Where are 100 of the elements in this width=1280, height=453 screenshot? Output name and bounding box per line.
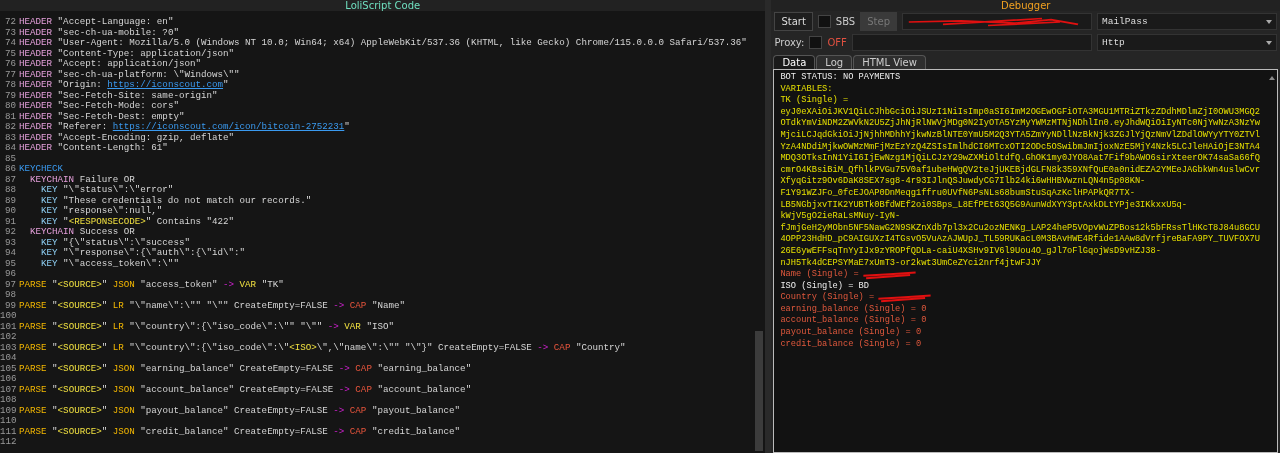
line-number: 112 <box>0 437 16 448</box>
line-number: 105 <box>0 363 16 374</box>
line-number: 107 <box>0 384 16 395</box>
start-button[interactable]: Start <box>774 12 813 31</box>
output-line: 26E6ywEFFsqTnYyIJx9zYROPfQDLa-caiU4XSHv9IV6l9Uou4O_gJl7oFlGqojWsD9vHZJ38- <box>780 245 1161 258</box>
code-line: HEADER "Content-Type: application/json" <box>19 48 235 59</box>
output-line: eyJ0eXAiOiJKV1QiLCJhbGciOiJSUzI1NiIsImp0aSI6ImM2OGEwOGFiOTA3MGU1MTRiZTkzZDdhMDlmZjI0OWU3MGQ2 <box>780 106 1261 118</box>
code-line: PARSE "<SOURCE>" LR "\"country\":{\"iso_code\":\"" "\"" -> VAR "ISO" <box>19 321 394 332</box>
line-number: 75 <box>3 48 16 59</box>
line-number: 74 <box>3 38 16 49</box>
code-line: HEADER "sec-ch-ua-platform: \"Windows\"" <box>19 69 240 80</box>
line-number: 110 <box>0 416 16 427</box>
output-line: ISO (Single) = BD <box>780 280 870 292</box>
code-line: KEY "<RESPONSECODE>" Contains "422" <box>41 216 235 227</box>
scrollbar-thumb[interactable] <box>755 331 764 451</box>
code-line: PARSE "<SOURCE>" LR "\"name\":\"" "\"" CreateEmpty=FALSE -> CAP "Name" <box>19 300 405 311</box>
caret-icon <box>1266 40 1272 45</box>
output-line: credit_balance (Single) = 0 <box>780 338 922 351</box>
wordlist-type-dropdown[interactable]: MailPass <box>1097 13 1277 30</box>
code-line: HEADER "Accept: application/json" <box>19 59 201 70</box>
line-number: 84 <box>3 143 16 154</box>
line-number: 103 <box>0 342 16 353</box>
line-number: 92 <box>3 227 16 238</box>
code-line: HEADER "Accept-Language: en" <box>19 17 174 28</box>
line-number: 76 <box>3 59 16 70</box>
output-line: XfyqGitz9Ov6DaK8SEX7sg8-4r93IJlnQSJuwdyCG7Ilb24ki6wHHBVwznLQN4n5p08KN- <box>780 176 1146 188</box>
output-line: TK (Single) = <box>780 95 849 107</box>
code-line: KEY "\"status\":\"error" <box>41 185 174 196</box>
output-line: YzA4NDdiMjkwOWMzMmFjMzEzYzQ4ZSIsImlhdCI6MTcxOTI2ODc5OSwibmJmIjoxNzE5MjY4Nzk5LCJleHAiOjE3NTA4 <box>780 141 1261 153</box>
code-line: KEYCHAIN Success OR <box>30 227 135 238</box>
code-line: PARSE "<SOURCE>" JSON "access_token" -> VAR "TK" <box>19 279 284 290</box>
code-line: KEY "\"response\":{\"auth\":{\"id\":" <box>41 248 246 259</box>
line-number: 87 <box>3 174 16 185</box>
line-number: 83 <box>3 132 16 143</box>
output-line: VARIABLES: <box>780 83 833 95</box>
line-number: 85 <box>3 153 16 164</box>
output-line: kWjV5gO2ieRaLsMNuy-IyN- <box>780 211 901 223</box>
output-line: fJmjGeH2yMObn5NF5NawG2N9SKZnXdb7pl3x2Cu2ozNENKg_LAP24heP5VOpvWuZPBos12k5bFRssTlHKcT8J84u8GCU <box>780 222 1261 234</box>
editor-title: LoliScript Code <box>0 0 766 11</box>
output-line: MjciLCJqdGkiOiJjNjhhMDhhYjkwNzBlNTE0YmU5M2Q3YTA5ZmYyNDllNzBkNjk3ZGJlYjQzNmVlZDdlOWYyYTY0ZTVl <box>780 129 1261 142</box>
output-line: OTdkYmViNDM2ZWVkN2U5ZjJhNjRlNWVjMDg0N2IyOTA5YzMyYWMzMTNjNDhlIn0.eyJhdWQiOiIyNTc0NjYwNzA3NzYw <box>780 118 1261 130</box>
code-line: HEADER "Accept-Encoding: gzip, deflate" <box>19 132 235 143</box>
proxy-checkbox[interactable] <box>809 36 823 49</box>
line-number: 108 <box>0 395 16 406</box>
line-number: 77 <box>3 69 16 80</box>
output-line: earning_balance (Single) = 0 <box>780 303 927 315</box>
line-number: 72 <box>3 17 16 28</box>
code-line: PARSE "<SOURCE>" JSON "account_balance" CreateEmpty=FALSE -> CAP "account_balance" <box>19 384 472 395</box>
code-line: KEY "{\"status\":\"success" <box>41 237 190 248</box>
output-line: MDQ3OTksInN1YiI6IjEwNzg1MjQiLCJzY29wZXMiOltdfQ.GhOK1my0JYO8Aat7Fif9bAWO6sirXteerOK74saSa66fQ <box>780 153 1261 165</box>
code-line: HEADER "User-Agent: Mozilla/5.0 (Windows NT 10.0; Win64; x64) AppleWebKit/537.36 (KHTML, like Gecko) Chrome/115.0.0.0 Safari/537.36" <box>19 38 747 49</box>
proxy-type-dropdown[interactable]: Http <box>1097 34 1277 51</box>
line-number: 81 <box>3 111 16 122</box>
output-line: cmrO4KBsiBiM_QfhlkPVGu75V0af1ubeHWgQV2teJjUKEBjdGLFN8k359XNfQuE0a0nidEZA2YMEeJAGbkWn4uslwCvr <box>780 164 1261 176</box>
line-number: 93 <box>3 237 16 248</box>
code-line: PARSE "<SOURCE>" JSON "earning_balance" CreateEmpty=FALSE -> CAP "earning_balance" <box>19 363 472 374</box>
code-line: PARSE "<SOURCE>" LR "\"country\":{\"iso_code\":\"<ISO>\",\"name\":\"" "\"}" CreateEmpty=FALSE -> CAP "Country" <box>19 342 626 353</box>
code-line: HEADER "Sec-Fetch-Dest: empty" <box>19 111 185 122</box>
tab[interactable]: HTML View <box>853 55 926 69</box>
proxy-input-field[interactable] <box>851 34 1092 51</box>
output-line: Country (Single) = <box>780 292 875 304</box>
code-line: KEYCHECK <box>19 164 64 175</box>
line-number: 94 <box>3 248 16 259</box>
code-line: KEY "response\":null," <box>41 206 163 217</box>
output-line: 4OPP23HdHD_pC9AIGUXzI4TGsvO5VuAzAJWUpJ_TL59RUKacL0M3BAvHWE4Rfide1AAw8dVrfjreBaFA9PY_TUVFOX7U <box>780 234 1261 246</box>
line-number: 96 <box>3 269 16 280</box>
line-number: 104 <box>0 353 16 364</box>
tab[interactable]: Log <box>816 55 853 69</box>
output-line: BOT STATUS: NO PAYMENTS <box>780 72 901 84</box>
proxy-state: OFF <box>827 37 847 48</box>
code-line: KEY "\"access_token\":\"" <box>41 258 179 269</box>
line-number: 100 <box>0 311 16 322</box>
data-input-field[interactable] <box>902 13 1092 30</box>
line-number: 91 <box>3 216 16 227</box>
line-number: 95 <box>3 258 16 269</box>
line-number: 90 <box>3 206 16 217</box>
code-line: PARSE "<SOURCE>" JSON "payout_balance" CreateEmpty=FALSE -> CAP "payout_balance" <box>19 405 461 416</box>
line-number: 99 <box>3 300 16 311</box>
line-number: 97 <box>3 279 16 290</box>
code-line: HEADER "Origin: https://iconscout.com" <box>19 80 229 91</box>
line-number: 98 <box>3 290 16 301</box>
output-line: F1Y91WZJFo_0fcEJOAP0DnMeqg1ffru0UVfN6PsNLs68bumStuSqAzKclHPAPkQR7TX- <box>780 187 1135 200</box>
code-line: HEADER "Sec-Fetch-Site: same-origin" <box>19 90 218 101</box>
code-line: HEADER "Sec-Fetch-Mode: cors" <box>19 101 179 112</box>
line-number: 78 <box>3 80 16 91</box>
tab[interactable]: Data <box>773 55 816 69</box>
sbs-checkbox[interactable] <box>817 15 831 28</box>
line-number: 89 <box>3 195 16 206</box>
line-number: 88 <box>3 185 16 196</box>
line-number: 86 <box>3 164 16 175</box>
output-line: payout_balance (Single) = 0 <box>780 327 922 339</box>
line-number: 73 <box>3 27 16 38</box>
scroll-up-icon[interactable] <box>1269 76 1275 80</box>
line-number: 80 <box>3 101 16 112</box>
line-number: 111 <box>0 426 16 437</box>
caret-icon <box>1266 19 1272 24</box>
line-number: 79 <box>3 90 16 101</box>
code-line: HEADER "Referer: https://iconscout.com/icon/bitcoin-2752231" <box>19 122 350 133</box>
code-line: KEY "These credentials do not match our records." <box>41 195 312 206</box>
code-line: PARSE "<SOURCE>" JSON "credit_balance" CreateEmpty=FALSE -> CAP "credit_balance" <box>19 426 461 437</box>
